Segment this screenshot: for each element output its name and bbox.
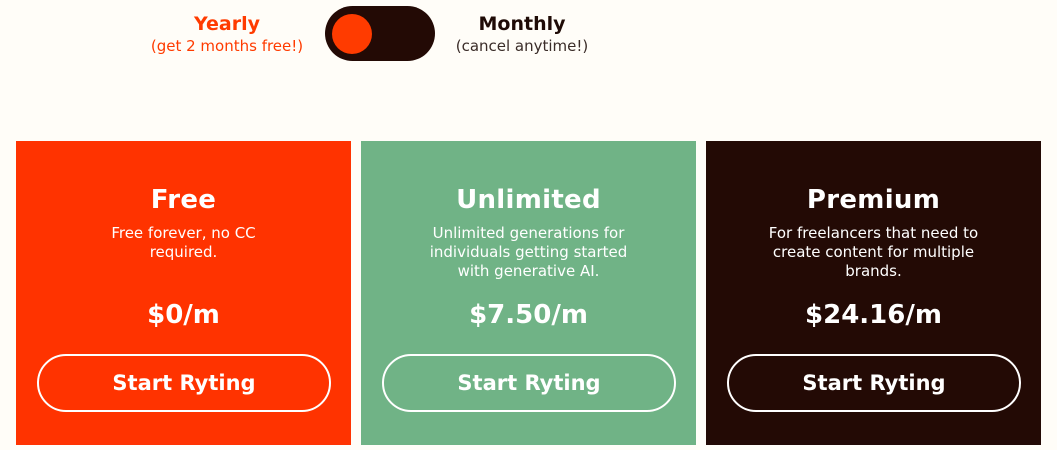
plan-price: $24.16/m (805, 300, 942, 330)
start-ryting-button-free[interactable]: Start Ryting (37, 354, 331, 412)
monthly-label: Monthly (478, 13, 566, 35)
plan-title: Free (150, 185, 217, 215)
start-ryting-button-premium[interactable]: Start Ryting (727, 354, 1021, 412)
start-ryting-button-unlimited[interactable]: Start Ryting (382, 354, 676, 412)
plan-card-free: Free Free forever, no CC required. $0/m … (16, 141, 351, 445)
plan-title: Premium (806, 185, 941, 215)
monthly-note: (cancel anytime!) (455, 37, 589, 55)
plan-card-unlimited: Unlimited Unlimited generations for indi… (361, 141, 696, 445)
plan-description: Unlimited generations for individuals ge… (429, 224, 628, 280)
billing-option-monthly[interactable]: Monthly (cancel anytime!) (444, 12, 600, 56)
yearly-label: Yearly (194, 13, 260, 35)
plan-price: $7.50/m (469, 300, 588, 330)
plan-card-premium: Premium For freelancers that need to cre… (706, 141, 1041, 445)
plan-title: Unlimited (456, 185, 601, 215)
plan-price: $0/m (147, 300, 220, 330)
billing-option-yearly[interactable]: Yearly (get 2 months free!) (140, 12, 314, 56)
toggle-knob (332, 14, 372, 54)
billing-period-toggle-row: Yearly (get 2 months free!) Monthly (can… (0, 0, 1057, 70)
plan-description: For freelancers that need to create cont… (768, 224, 979, 280)
yearly-note: (get 2 months free!) (150, 37, 304, 55)
billing-toggle-switch[interactable] (325, 6, 435, 61)
plan-description: Free forever, no CC required. (111, 224, 256, 261)
